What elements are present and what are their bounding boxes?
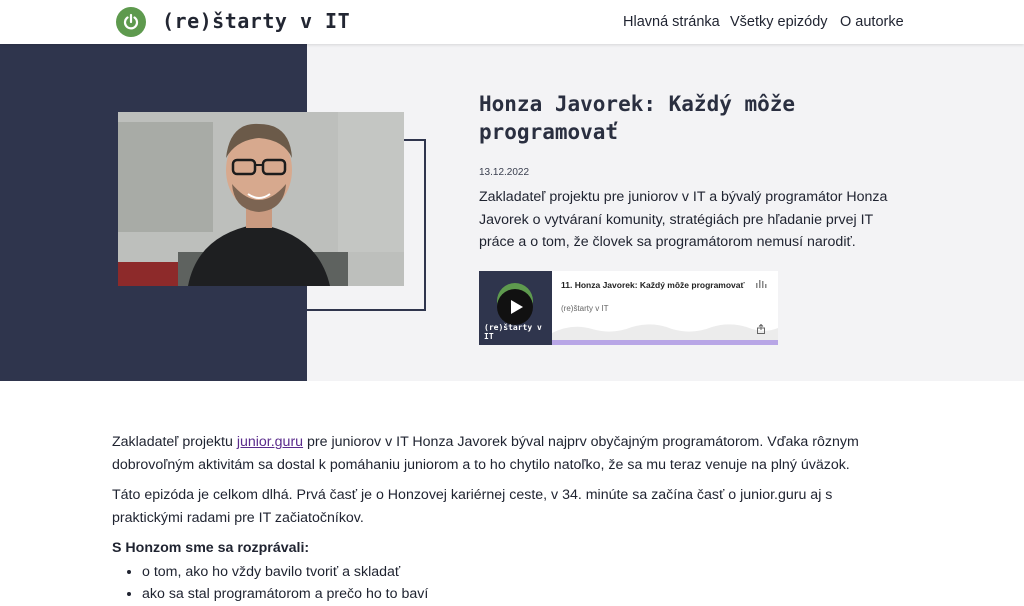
- list-item: ako sa stal programátorom a prečo ho to …: [142, 583, 872, 606]
- player-cover-art: (re)štarty v IT: [479, 271, 552, 345]
- player-progress-bar[interactable]: [552, 340, 778, 345]
- topics-list: o tom, ako ho vždy bavilo tvoriť a sklad…: [112, 561, 872, 606]
- player-waveform[interactable]: [552, 313, 778, 341]
- list-item: o tom, ako ho vždy bavilo tvoriť a sklad…: [142, 561, 872, 584]
- episode-article: Zakladateľ projektu junior.guru pre juni…: [112, 431, 872, 606]
- play-icon[interactable]: [497, 289, 533, 325]
- episode-title: Honza Javorek: Každý môže programovať: [479, 92, 796, 144]
- logo-power-icon[interactable]: [116, 7, 146, 37]
- power-icon: [123, 13, 139, 30]
- episode-description: Zakladateľ projektu pre juniorov v IT a …: [479, 189, 888, 250]
- article-paragraph-1: Zakladateľ projektu junior.guru pre juni…: [112, 431, 872, 476]
- top-navigation: (re)štarty v IT Hlavná stránka Všetky ep…: [0, 0, 1024, 44]
- episode-date: 13.12.2022: [479, 167, 530, 178]
- site-title[interactable]: (re)štarty v IT: [162, 9, 350, 33]
- player-show-name: (re)štarty v IT: [561, 304, 609, 313]
- player-episode-title: 11. Honza Javorek: Každý môže programova…: [561, 280, 745, 290]
- nav-about-author[interactable]: O autorke: [840, 14, 904, 30]
- audio-player[interactable]: (re)štarty v IT 11. Honza Javorek: Každý…: [479, 271, 778, 345]
- soundwave-icon[interactable]: [755, 278, 767, 290]
- nav-all-episodes[interactable]: Všetky epizódy: [730, 14, 828, 30]
- article-subheading: S Honzom sme sa rozprávali:: [112, 540, 310, 556]
- junior-guru-link[interactable]: junior.guru: [237, 434, 303, 450]
- guest-photo: [118, 112, 404, 286]
- share-icon[interactable]: [756, 324, 766, 334]
- article-paragraph-2: Táto epizóda je celkom dlhá. Prvá časť j…: [112, 487, 833, 526]
- paragraph-text: Zakladateľ projektu: [112, 434, 237, 450]
- cover-art-label: (re)štarty v IT: [484, 323, 542, 341]
- nav-home[interactable]: Hlavná stránka: [623, 14, 720, 30]
